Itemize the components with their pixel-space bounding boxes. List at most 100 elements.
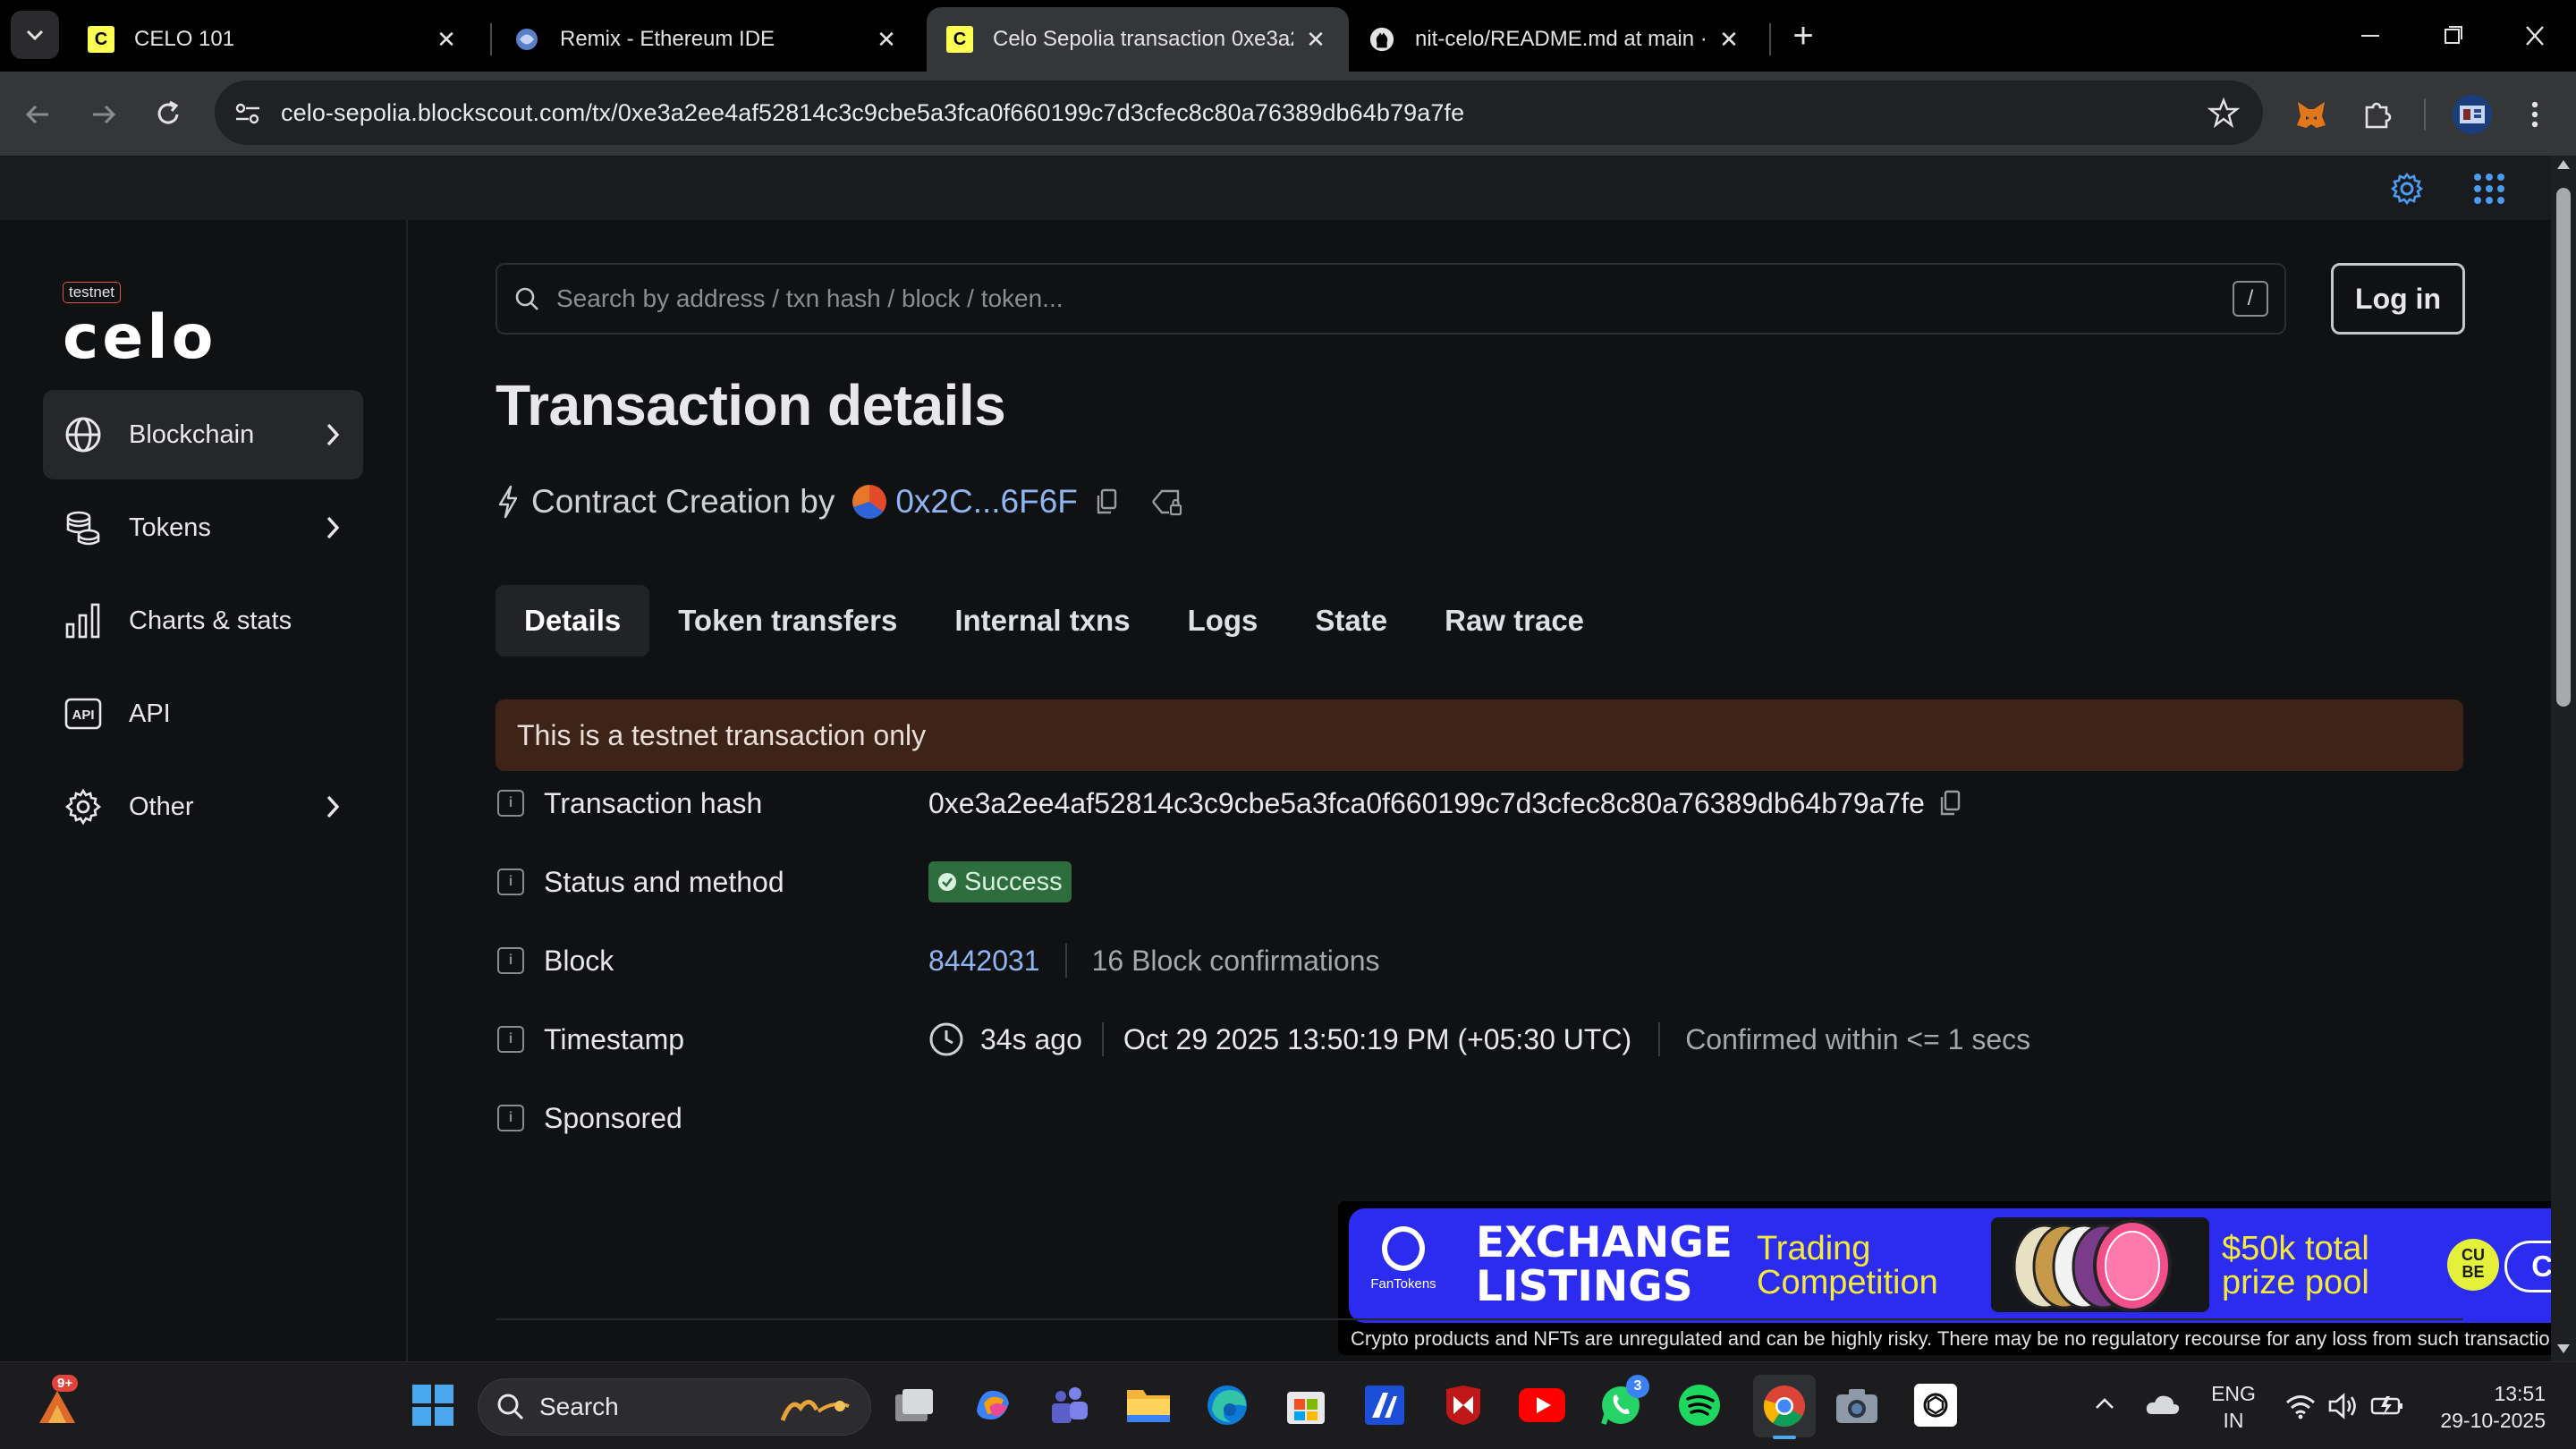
chevron-down-icon [25,29,45,41]
spotify-icon[interactable] [1674,1380,1724,1430]
new-tab-button[interactable]: + [1780,13,1826,59]
vertical-scrollbar[interactable] [2551,156,2576,1361]
wifi-icon[interactable] [2284,1393,2317,1419]
tray-overflow-chevron-icon[interactable] [2093,1393,2116,1416]
chrome-taskbar-icon[interactable] [1753,1375,1816,1439]
sidebar-item-tokens[interactable]: Tokens [43,483,363,572]
sidebar-item-label: Charts & stats [129,606,292,635]
mcafee-icon[interactable] [1438,1380,1488,1430]
camera-icon[interactable] [1832,1380,1882,1430]
volume-icon[interactable] [2327,1393,2360,1419]
tab-state[interactable]: State [1286,585,1416,657]
metamask-extension-icon[interactable] [2293,97,2329,132]
forward-button[interactable] [84,95,123,134]
scroll-down-arrow[interactable] [2557,1343,2570,1354]
browser-tab-github[interactable]: nit-celo/README.md at main · C ✕ [1349,7,1762,72]
info-icon[interactable]: i [497,1105,524,1131]
tab-internal-txns[interactable]: Internal txns [926,585,1158,657]
sidebar-item-other[interactable]: Other [43,762,363,852]
sidebar-item-charts-stats[interactable]: Charts & stats [43,576,363,665]
minimize-button[interactable] [2343,21,2397,50]
whatsapp-badge: 3 [1626,1375,1649,1398]
tab-search-button[interactable] [11,11,59,59]
scrollbar-thumb[interactable] [2556,188,2571,707]
url-text[interactable]: celo-sepolia.blockscout.com/tx/0xe3a2ee4… [281,99,1464,127]
windows-start-icon[interactable] [408,1380,458,1430]
info-icon[interactable]: i [497,869,524,895]
ad-banner[interactable]: FanTokens EXCHANGE LISTINGS Trading Comp… [1349,1208,2576,1323]
copy-icon[interactable] [1094,487,1119,516]
tab-token-transfers[interactable]: Token transfers [649,585,926,657]
info-icon[interactable]: i [497,790,524,817]
tab-logs[interactable]: Logs [1159,585,1287,657]
block-number-link[interactable]: 8442031 [928,945,1040,978]
ai-app-icon[interactable] [1360,1380,1410,1430]
taskbar-search[interactable]: Search [478,1378,871,1436]
creator-address-link[interactable]: 0x2C...6F6F [895,483,1078,521]
sidebar-item-label: Blockchain [129,419,255,449]
row-label: Sponsored [544,1101,682,1134]
onedrive-cloud-icon[interactable] [2145,1391,2181,1416]
search-input[interactable] [556,284,2211,313]
restore-button[interactable] [2426,21,2479,50]
address-bar[interactable]: celo-sepolia.blockscout.com/tx/0xe3a2ee4… [215,80,2263,145]
search-highlight-icon [774,1388,854,1428]
browser-tab-remix[interactable]: Remix - Ethereum IDE ✕ [494,7,919,72]
private-tag-icon[interactable] [1149,486,1183,518]
chatgpt-icon[interactable] [1911,1380,1961,1430]
apps-grid-icon[interactable] [2470,170,2508,208]
browser-tab-celo-sepolia[interactable]: C Celo Sepolia transaction 0xe3a2 ✕ [927,7,1349,72]
browser-tab-celo101[interactable]: C CELO 101 ✕ [68,7,479,72]
search-bar[interactable]: / [496,263,2286,335]
divider [1658,1022,1661,1056]
search-icon [513,285,540,312]
extensions-puzzle-icon[interactable] [2360,97,2395,132]
chrome-menu-icon[interactable] [2524,97,2546,132]
whatsapp-icon[interactable]: 3 [1596,1375,1649,1430]
section-divider [496,1318,2463,1320]
login-button[interactable]: Log in [2331,263,2465,335]
tab-raw-trace[interactable]: Raw trace [1416,585,1613,657]
fantokens-label: FanTokens [1370,1276,1436,1292]
close-window-button[interactable] [2508,21,2562,50]
info-icon[interactable]: i [497,1026,524,1053]
reload-button[interactable] [148,95,188,134]
celo-logo[interactable]: celo [63,308,216,369]
teams-icon[interactable] [1045,1380,1095,1430]
settings-gear-icon[interactable] [2388,170,2426,208]
tx-age: 34s ago [980,1022,1082,1055]
windows-taskbar: 9+ Search 3 ENG IN 13:51 29-10-2025 [0,1361,2576,1449]
weather-widget-icon[interactable]: 9+ [32,1375,82,1430]
microsoft-store-icon[interactable] [1281,1380,1331,1430]
sidebar-item-api[interactable]: API API [43,669,363,758]
close-icon[interactable]: ✕ [1302,26,1329,54]
back-button[interactable] [18,95,57,134]
close-icon[interactable]: ✕ [873,26,900,54]
youtube-icon[interactable] [1517,1380,1567,1430]
close-icon[interactable]: ✕ [433,26,460,54]
site-info-icon[interactable] [233,98,263,129]
sponsored-ad[interactable]: FanTokens EXCHANGE LISTINGS Trading Comp… [1338,1201,2576,1355]
scroll-up-arrow[interactable] [2557,159,2570,170]
close-icon[interactable]: ✕ [1716,26,1742,54]
battery-charging-icon[interactable] [2370,1394,2404,1418]
row-sponsored: i Sponsored [496,1091,2463,1145]
sidebar-item-blockchain[interactable]: Blockchain [43,390,363,479]
task-view-icon[interactable] [889,1380,939,1430]
copy-icon[interactable] [1937,789,1962,818]
info-icon[interactable]: i [497,947,524,974]
clock[interactable]: 13:51 29-10-2025 [2415,1380,2546,1434]
row-label: Block [544,944,614,977]
file-explorer-icon[interactable] [1123,1380,1174,1430]
copilot-icon[interactable] [968,1380,1018,1430]
trading-line-1: Trading [1757,1230,1871,1267]
language-indicator[interactable]: ENG IN [2211,1380,2256,1434]
prize-line-1: $50k total [2222,1230,2369,1267]
api-icon: API [63,693,104,734]
tx-timestamp: Oct 29 2025 13:50:19 PM (+05:30 UTC) [1123,1022,1632,1055]
tab-details[interactable]: Details [496,585,650,657]
bookmark-star-icon[interactable] [2207,97,2240,129]
check-circle-icon [937,872,957,892]
edge-icon[interactable] [1202,1380,1252,1430]
profile-avatar-icon[interactable] [2453,95,2492,134]
